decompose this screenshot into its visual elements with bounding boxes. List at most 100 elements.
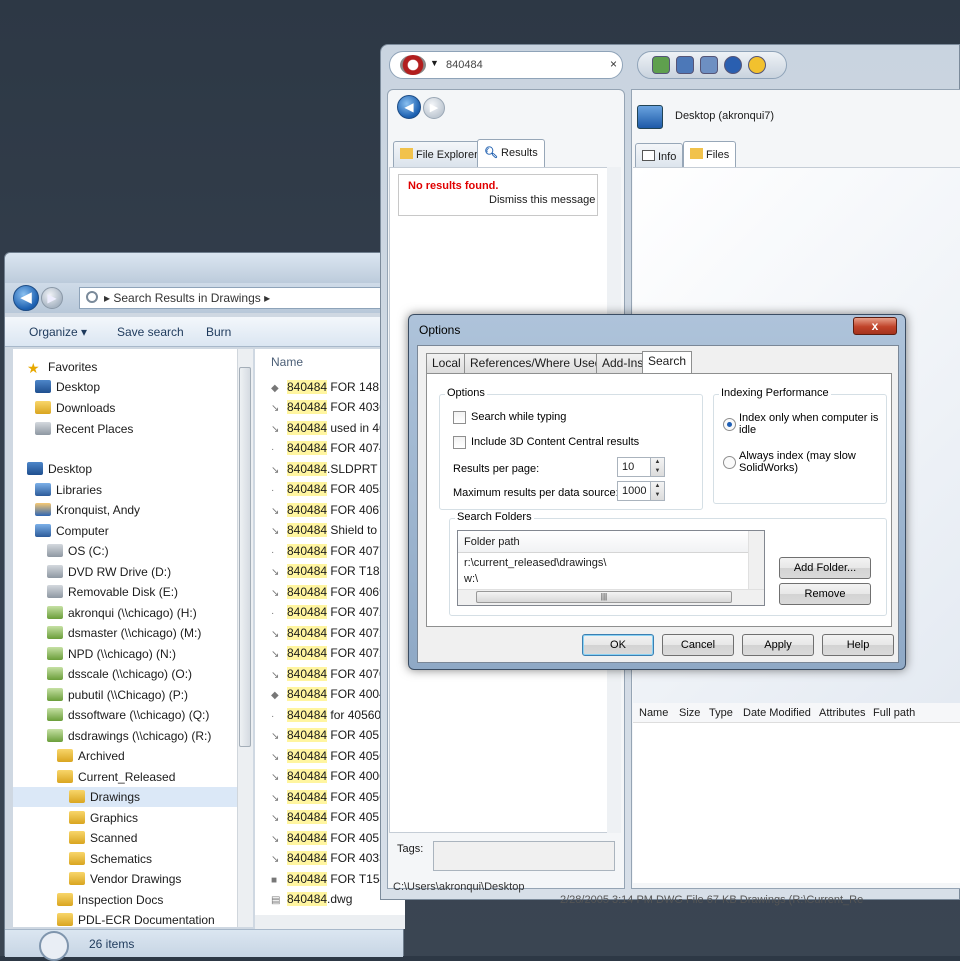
column-size[interactable]: Size [679,707,700,719]
column-date-modified[interactable]: Date Modified [743,707,811,719]
help-button[interactable]: Help [822,634,894,656]
file-row[interactable]: ↘ 840484 FOR 40722 [271,643,392,663]
tab-search[interactable]: Search [642,351,693,374]
ok-button[interactable]: OK [582,634,654,656]
nav-item-inspection-docs[interactable]: Inspection Docs [57,890,163,910]
nav-item-desktop[interactable]: Desktop [35,377,100,397]
column-attributes[interactable]: Attributes [819,707,865,719]
nav-item-computer[interactable]: Computer [35,521,109,541]
nav-item-libraries[interactable]: Libraries [35,480,102,500]
file-row[interactable]: ↘ 840484 FOR 40674 [271,500,392,520]
file-row[interactable]: · 840484 FOR 40720 [271,602,392,622]
help-icon[interactable] [748,56,766,74]
folder-path-header[interactable]: Folder path [458,531,748,553]
file-row[interactable]: ↘ 840484.SLDPRT [271,459,378,479]
file-row[interactable]: · 840484 FOR 40779 [271,541,392,561]
back-arrow-icon[interactable]: ◀ [397,95,421,119]
spin-arrows-icon[interactable]: ▲ ▼ [650,458,664,476]
nav-item-drive-q[interactable]: dssoftware (\\chicago) (Q:) [47,705,209,725]
nav-item-pdl-ecr[interactable]: PDL-ECR Documentation [57,910,215,927]
file-row[interactable]: · 840484 FOR 40743 [271,438,392,458]
nav-scrollbar-thumb[interactable] [239,367,251,747]
solidworks-logo-icon[interactable] [400,55,426,75]
include-3d-checkbox[interactable] [453,436,466,449]
refresh-icon[interactable] [652,56,670,74]
tab-file-explorer[interactable]: File Explorer [393,141,485,167]
file-row[interactable]: ↘ 840484 FOR 40515 [271,725,392,745]
list-icon[interactable] [700,56,718,74]
tab-references[interactable]: References/Where Used [464,353,608,373]
folder-row[interactable]: w:\ [464,573,478,585]
column-type[interactable]: Type [709,707,733,719]
cancel-button[interactable]: Cancel [662,634,734,656]
save-search-button[interactable]: Save search [117,325,184,339]
file-row[interactable]: ▤ 840484.dwg [271,889,352,909]
folder-list-hscroll-thumb[interactable]: ||| [476,591,732,603]
save-icon[interactable] [676,56,694,74]
index-idle-radio[interactable] [723,418,736,431]
column-name[interactable]: Name [639,707,668,719]
file-row[interactable]: ◆ 840484 FOR 14815 [271,377,392,397]
forward-arrow-icon[interactable]: ▶ [423,97,445,119]
column-header-name[interactable]: Name [271,355,303,369]
nav-item-drive-n[interactable]: NPD (\\chicago) (N:) [47,644,176,664]
close-icon[interactable]: x [853,317,897,335]
file-row[interactable]: ↘ 840484 FOR T183 [271,561,386,581]
nav-item-drive-o[interactable]: dsscale (\\chicago) (O:) [47,664,192,684]
tags-input[interactable] [433,841,615,871]
spin-arrows-icon[interactable]: ▲ ▼ [650,482,664,500]
file-list-hscroll[interactable] [255,915,405,929]
nav-item-drawings[interactable]: Drawings [13,787,237,807]
file-row[interactable]: ↘ 840484 FOR 40362 [271,397,392,417]
nav-item-archived[interactable]: Archived [57,746,125,766]
breadcrumb-arrow-icon[interactable]: ▸ [261,291,270,305]
explorer-address-bar[interactable]: ▸ Search Results in Drawings ▸ [79,287,405,309]
pdm-search-input[interactable]: 840484 [446,59,483,71]
tab-files[interactable]: Files [683,141,737,169]
file-row[interactable]: ◆ 840484 FOR 40047 [271,684,392,704]
nav-item-drive-e[interactable]: Removable Disk (E:) [47,582,178,602]
dropdown-arrow-icon[interactable]: ▼ [430,58,439,68]
folder-list[interactable]: Folder path r:\current_released\drawings… [457,530,765,606]
file-row[interactable]: ↘ 840484 FOR 40567 [271,746,392,766]
file-row[interactable]: · 840484 FOR 40552 [271,479,392,499]
file-row[interactable]: ↘ 840484 FOR 40560 [271,787,392,807]
nav-item-schematics[interactable]: Schematics [69,849,152,869]
column-full-path[interactable]: Full path [873,707,915,719]
nav-item-desktop-root[interactable]: Desktop [27,459,92,479]
always-index-radio[interactable] [723,456,736,469]
nav-item-graphics[interactable]: Graphics [69,808,138,828]
file-row[interactable]: ↘ 840484 FOR 40720 [271,623,392,643]
nav-item-downloads[interactable]: Downloads [35,398,115,418]
folder-list-vscroll[interactable] [748,531,764,589]
file-row[interactable]: ↘ 840484 Shield to I [271,520,384,540]
breadcrumb[interactable]: Search Results in Drawings [113,291,260,305]
search-while-typing-checkbox[interactable] [453,411,466,424]
organize-button[interactable]: Organize ▾ [29,325,87,339]
results-per-page-stepper[interactable]: 10 ▲ ▼ [617,457,665,477]
file-row[interactable]: ↘ 840484 used in 40 [271,418,386,438]
add-folder-button[interactable]: Add Folder... [779,557,871,579]
dismiss-message-link[interactable]: Dismiss this message [489,194,595,206]
file-row[interactable]: ↘ 840484 FOR 40701 [271,664,392,684]
back-arrow-icon[interactable]: ◀ [13,285,39,311]
apply-button[interactable]: Apply [742,634,814,656]
nav-item-current-released[interactable]: Current_Released [57,767,175,787]
nav-item-drive-h[interactable]: akronqui (\\chicago) (H:) [47,603,197,623]
file-row[interactable]: ■ 840484 FOR T154 [271,869,386,889]
nav-item-favorites[interactable]: ★ Favorites [27,357,97,377]
nav-item-drive-p[interactable]: pubutil (\\Chicago) (P:) [47,685,188,705]
max-results-stepper[interactable]: 1000 ▲ ▼ [617,481,665,501]
file-row[interactable]: ↘ 840484 FOR 40335 [271,848,392,868]
nav-item-drive-r[interactable]: dsdrawings (\\chicago) (R:) [47,726,211,746]
file-row[interactable]: ↘ 840484 FOR 40064 [271,766,392,786]
tab-info[interactable]: Info [635,143,684,169]
nav-item-scanned[interactable]: Scanned [69,828,137,848]
file-row[interactable]: ↘ 840484 FOR 40691 [271,582,392,602]
nav-item-user[interactable]: Kronquist, Andy [35,500,140,520]
tab-local[interactable]: Local [426,353,467,373]
folder-row[interactable]: r:\current_released\drawings\ [464,557,606,569]
file-row[interactable]: · 840484 for 405603 [271,705,388,725]
clear-search-icon[interactable]: × [610,57,617,71]
forward-arrow-icon[interactable]: ▶ [41,287,63,309]
